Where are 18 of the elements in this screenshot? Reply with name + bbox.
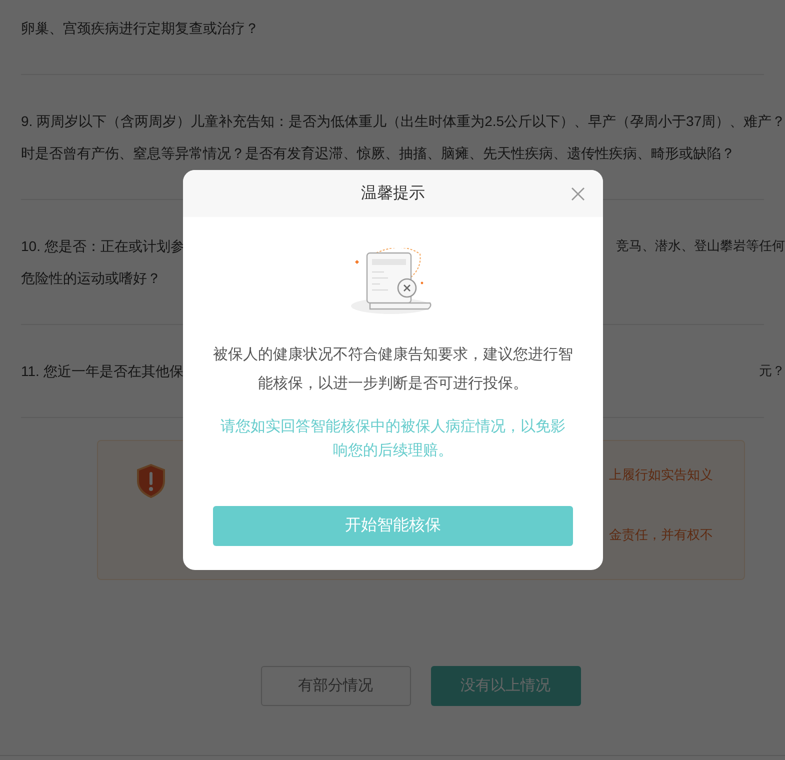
dialog-title: 温馨提示 xyxy=(361,184,425,204)
question-text: 危险性的运动或嗜好？ xyxy=(21,268,161,288)
question-text: 9. 两周岁以下（含两周岁）儿童补充告知：是否为低体重儿（出生时体重为2.5公斤以下）、早产（孕周小于37周）、难产？ xyxy=(21,112,785,130)
question-text: 卵巢、宫颈疾病进行定期复查或治疗？ xyxy=(21,18,259,38)
partial-condition-button[interactable]: 有部分情况 xyxy=(260,666,410,706)
notice-text: 金责任，并有权不 xyxy=(609,526,713,544)
question-text: 10. 您是否：正在或计划参 xyxy=(21,236,184,256)
no-condition-button[interactable]: 没有以上情况 xyxy=(430,666,580,706)
question-text: 元？ xyxy=(759,362,785,380)
start-underwriting-button[interactable]: 开始智能核保 xyxy=(213,506,573,546)
close-icon[interactable] xyxy=(571,187,585,201)
question-text: 11. 您近一年是否在其他保 xyxy=(21,362,184,380)
dialog-message: 被保人的健康状况不符合健康告知要求，建议您进行智能核保，以进一步判断是否可进行投保。 xyxy=(212,345,574,394)
warning-shield-icon xyxy=(136,464,166,498)
notice-text: 上履行如实告知义 xyxy=(609,466,713,484)
question-text: 时是否曾有产伤、窒息等异常情况？是否有发育迟滞、惊厥、抽搐、脑瘫、先天性疾病、遗传性疾病、畸形或缺陷？ xyxy=(21,144,735,162)
dialog-hint: 请您如实回答智能核保中的被保人病症情况，以免影响您的后续理赔。 xyxy=(220,417,566,461)
question-text: 竞马、潜水、登山攀岩等任何 xyxy=(616,237,785,256)
